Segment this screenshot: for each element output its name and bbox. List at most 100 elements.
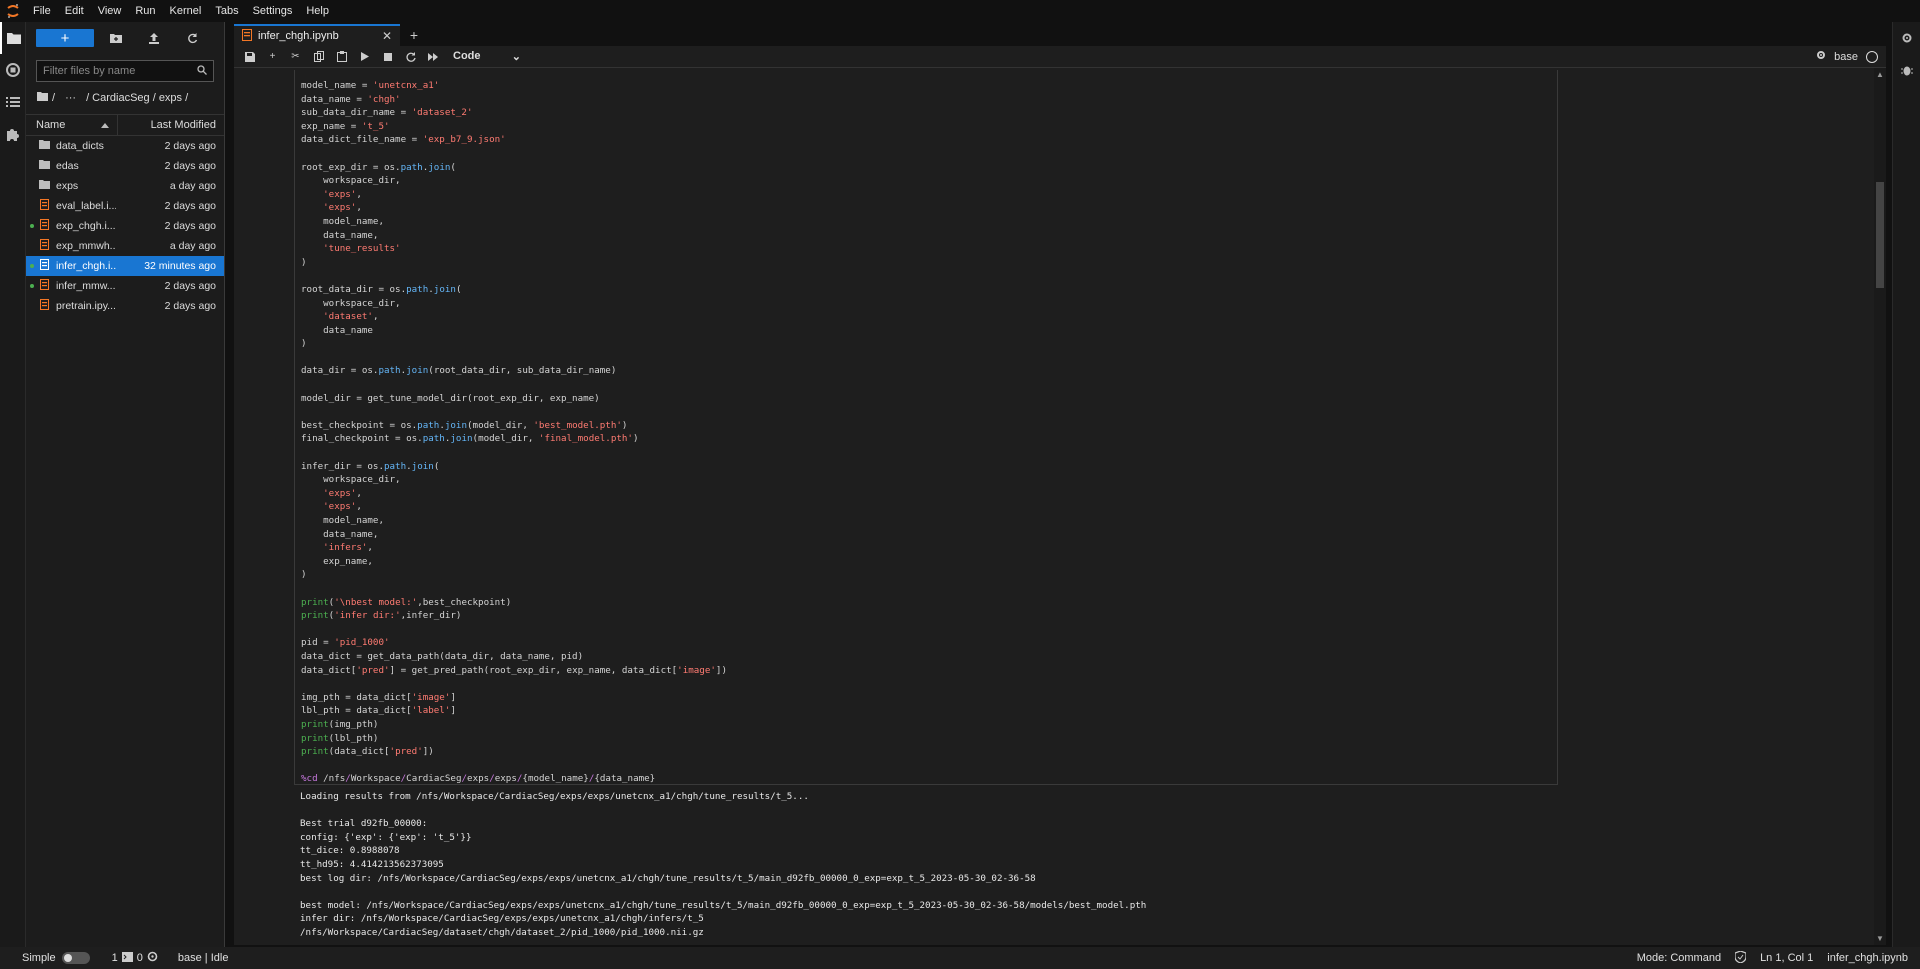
cursor-position[interactable]: Ln 1, Col 1 [1760, 952, 1813, 964]
menu-help[interactable]: Help [299, 0, 336, 22]
table-of-contents-icon[interactable] [0, 86, 26, 118]
running-indicator-icon [30, 264, 34, 268]
file-modified: 2 days ago [164, 200, 216, 212]
extension-puzzle-icon[interactable] [0, 118, 26, 150]
file-modified: 2 days ago [164, 160, 216, 172]
file-list-item[interactable]: infer_mmw... 2 days ago [26, 276, 224, 296]
interrupt-kernel-icon[interactable] [376, 47, 399, 67]
file-list-item[interactable]: eval_label.i... 2 days ago [26, 196, 224, 216]
cell-output: Loading results from /nfs/Workspace/Card… [300, 790, 1560, 940]
file-list-header: Name Last Modified [26, 114, 224, 136]
file-list-item[interactable]: exp_mmwh... a day ago [26, 236, 224, 256]
file-list-item[interactable]: exps a day ago [26, 176, 224, 196]
save-icon[interactable] [238, 47, 261, 67]
sort-by-modified-header[interactable]: Last Modified [118, 115, 224, 135]
restart-kernel-icon[interactable] [399, 47, 422, 67]
tab-infer-chgh[interactable]: infer_chgh.ipynb ✕ [234, 24, 400, 46]
folder-icon[interactable] [0, 22, 26, 54]
scrollbar-thumb[interactable] [1876, 182, 1884, 288]
main-area: infer_chgh.ipynb ✕ + + ✂ Code ⌄ base mod… [228, 22, 1892, 947]
notebook-toolbar: + ✂ Code ⌄ base [234, 46, 1886, 68]
menu-view[interactable]: View [91, 0, 129, 22]
kernel-idle-status-icon [1866, 50, 1878, 63]
folder-icon [38, 160, 50, 172]
notebook-icon [38, 239, 50, 253]
menu-run[interactable]: Run [128, 0, 162, 22]
menu-tabs[interactable]: Tabs [208, 0, 245, 22]
notebook-mode: Mode: Command [1636, 952, 1722, 964]
upload-icon[interactable] [138, 28, 170, 48]
file-name: exps [56, 180, 79, 192]
sort-ascending-icon [101, 119, 109, 131]
file-filter-input[interactable] [43, 65, 197, 77]
notebook-icon [242, 28, 252, 44]
file-modified: 2 days ago [164, 140, 216, 152]
file-list: data_dicts 2 days ago edas 2 days ago exps a … [26, 136, 224, 316]
notebook-icon [38, 259, 50, 273]
code-cell-source[interactable]: model_name = 'unetcnx_a1' data_name = 'c… [301, 79, 727, 786]
file-modified: a day ago [169, 180, 216, 192]
code-cell[interactable]: model_name = 'unetcnx_a1' data_name = 'c… [294, 70, 1558, 785]
simple-mode-toggle[interactable] [61, 952, 90, 964]
property-inspector-gear-icon[interactable] [1893, 22, 1920, 54]
trusted-shield-icon[interactable] [1734, 949, 1747, 966]
notebook-scrollbar[interactable]: ▲ ▼ [1874, 68, 1886, 945]
file-list-item[interactable]: pretrain.ipy... 2 days ago [26, 296, 224, 316]
kernel-state[interactable]: base | Idle [178, 952, 229, 964]
output-line: Best trial d92fb_00000: [300, 818, 428, 830]
new-folder-icon[interactable] [100, 28, 132, 48]
status-bar-right: Mode: Command Ln 1, Col 1 infer_chgh.ipy… [1636, 949, 1920, 966]
menu-settings[interactable]: Settings [246, 0, 300, 22]
file-list-item[interactable]: edas 2 days ago [26, 156, 224, 176]
scroll-down-arrow-icon[interactable]: ▼ [1876, 934, 1884, 943]
kernel-name[interactable]: base [1834, 51, 1858, 63]
menu-edit[interactable]: Edit [58, 0, 91, 22]
menu-bar: File Edit View Run Kernel Tabs Settings … [0, 0, 1920, 22]
file-modified: 2 days ago [164, 280, 216, 292]
breadcrumb: / ··· / CardiacSeg / exps / [26, 86, 224, 110]
gear-icon[interactable] [1816, 50, 1826, 63]
file-modified: 2 days ago [164, 300, 216, 312]
terminals-status[interactable]: 1 0 [112, 951, 158, 965]
output-line: tt_dice: 0.8988078 [300, 845, 400, 857]
file-name: exp_chgh.i... [56, 220, 116, 232]
scroll-up-arrow-icon[interactable]: ▲ [1876, 70, 1884, 79]
paste-icon[interactable] [330, 47, 353, 67]
cell-type-select[interactable]: Code ⌄ [453, 50, 521, 63]
current-file-name: infer_chgh.ipynb [1827, 952, 1908, 964]
menu-kernel[interactable]: Kernel [163, 0, 209, 22]
notebook-content[interactable]: model_name = 'unetcnx_a1' data_name = 'c… [234, 68, 1886, 945]
insert-cell-icon[interactable]: + [261, 47, 284, 67]
breadcrumb-root[interactable]: / [52, 92, 55, 104]
name-column-label: Name [36, 119, 66, 131]
folder-icon [38, 140, 50, 152]
running-terminals-icon[interactable] [0, 54, 26, 86]
restart-run-all-icon[interactable] [422, 47, 445, 67]
running-indicator-icon [30, 224, 34, 228]
debugger-bug-icon[interactable] [1893, 54, 1920, 86]
file-name: exp_mmwh... [56, 240, 116, 252]
copy-icon[interactable] [307, 47, 330, 67]
breadcrumb-path[interactable]: / CardiacSeg / exps / [86, 92, 188, 104]
menu-file[interactable]: File [26, 0, 58, 22]
cut-icon[interactable]: ✂ [284, 47, 307, 67]
file-list-item[interactable]: infer_chgh.i... 32 minutes ago [26, 256, 224, 276]
cell-type-value: Code [453, 50, 481, 62]
sort-by-name-header[interactable]: Name [26, 115, 118, 135]
folder-icon[interactable] [37, 92, 48, 104]
terminals-count: 1 [111, 952, 118, 964]
breadcrumb-ellipsis[interactable]: ··· [65, 92, 76, 104]
running-indicator-icon [30, 284, 34, 288]
close-tab-icon[interactable]: ✕ [382, 29, 392, 43]
status-bar: Simple 1 0 base | Idle Mode: Command Ln … [0, 947, 1920, 969]
refresh-icon[interactable] [176, 28, 208, 48]
output-line: best log dir: /nfs/Workspace/CardiacSeg/… [300, 872, 1036, 884]
new-launcher-button[interactable]: + [36, 29, 94, 47]
file-list-item[interactable]: data_dicts 2 days ago [26, 136, 224, 156]
run-cell-icon[interactable] [353, 47, 376, 67]
add-tab-button[interactable]: + [404, 25, 424, 45]
file-list-item[interactable]: exp_chgh.i... 2 days ago [26, 216, 224, 236]
file-name: infer_chgh.i... [56, 260, 116, 272]
